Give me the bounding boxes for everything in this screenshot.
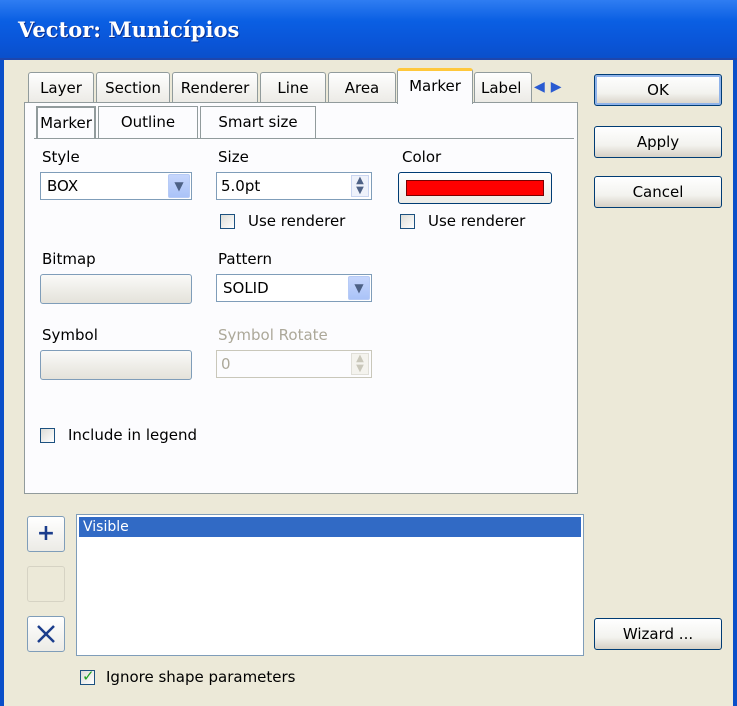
- cancel-button[interactable]: Cancel: [594, 176, 722, 208]
- style-select[interactable]: BOX ▼: [40, 172, 192, 200]
- color-use-renderer-label: Use renderer: [428, 212, 526, 230]
- tab-marker[interactable]: Marker: [397, 68, 473, 104]
- tab-area[interactable]: Area: [328, 72, 396, 102]
- apply-button[interactable]: Apply: [594, 126, 722, 158]
- scroll-left-icon[interactable]: ◀: [534, 80, 545, 94]
- include-legend-checkbox[interactable]: [40, 428, 55, 443]
- window-frame-right: [733, 60, 737, 706]
- ignore-shape-label: Ignore shape parameters: [106, 668, 296, 686]
- symbol-rotate-value: 0: [221, 355, 231, 373]
- pattern-select[interactable]: SOLID ▼: [216, 274, 372, 302]
- tab-section[interactable]: Section: [96, 72, 170, 102]
- x-icon: [37, 625, 55, 643]
- spinner-arrows-icon[interactable]: ▲ ▼: [351, 175, 369, 197]
- add-rule-button[interactable]: +: [27, 516, 65, 552]
- include-legend-label: Include in legend: [68, 426, 197, 444]
- rule-blank-button: [27, 566, 65, 602]
- ok-button[interactable]: OK: [594, 74, 722, 106]
- title-bar: Vector: Municípios: [0, 0, 737, 60]
- rules-list[interactable]: Visible: [76, 514, 584, 656]
- symbol-label: Symbol: [42, 326, 98, 344]
- symbol-button[interactable]: [40, 350, 192, 380]
- color-swatch: [406, 180, 544, 196]
- window-title: Vector: Municípios: [18, 17, 240, 42]
- color-use-renderer-checkbox[interactable]: [400, 214, 415, 229]
- tab-renderer[interactable]: Renderer: [172, 72, 258, 102]
- pattern-value: SOLID: [223, 279, 269, 297]
- checkmark-icon: ✓: [82, 667, 95, 685]
- symbol-rotate-spinner: 0 ▲ ▼: [216, 350, 372, 378]
- style-label: Style: [42, 148, 80, 166]
- color-label: Color: [402, 148, 442, 166]
- subtab-marker[interactable]: Marker: [36, 106, 96, 138]
- size-use-renderer-checkbox[interactable]: [220, 214, 235, 229]
- size-spinner[interactable]: 5.0pt ▲ ▼: [216, 172, 372, 200]
- window-frame-left: [0, 60, 4, 706]
- chevron-down-icon[interactable]: ▼: [168, 174, 190, 198]
- color-button[interactable]: [398, 172, 552, 204]
- tab-line[interactable]: Line: [260, 72, 326, 102]
- tab-scroll-arrows: ◀ ▶: [534, 74, 590, 100]
- spinner-arrows-icon: ▲ ▼: [351, 353, 369, 375]
- style-value: BOX: [47, 177, 79, 195]
- scroll-right-icon[interactable]: ▶: [551, 80, 562, 94]
- bitmap-button[interactable]: [40, 274, 192, 304]
- remove-rule-button[interactable]: [27, 616, 65, 652]
- tab-label[interactable]: Label: [474, 72, 532, 102]
- size-value: 5.0pt: [221, 177, 261, 195]
- subtab-outline[interactable]: Outline: [98, 106, 198, 138]
- chevron-down-icon[interactable]: ▼: [348, 276, 370, 300]
- size-label: Size: [218, 148, 249, 166]
- size-use-renderer-label: Use renderer: [248, 212, 346, 230]
- pattern-label: Pattern: [218, 250, 272, 268]
- list-item[interactable]: Visible: [79, 517, 581, 537]
- subtab-divider: [34, 138, 574, 139]
- tab-layer[interactable]: Layer: [28, 72, 94, 102]
- bitmap-label: Bitmap: [42, 250, 96, 268]
- plus-icon: +: [36, 521, 56, 546]
- wizard-button[interactable]: Wizard ...: [594, 618, 722, 650]
- ignore-shape-checkbox[interactable]: ✓: [80, 667, 95, 685]
- symbol-rotate-label: Symbol Rotate: [218, 326, 328, 344]
- subtab-smart-size[interactable]: Smart size: [200, 106, 316, 138]
